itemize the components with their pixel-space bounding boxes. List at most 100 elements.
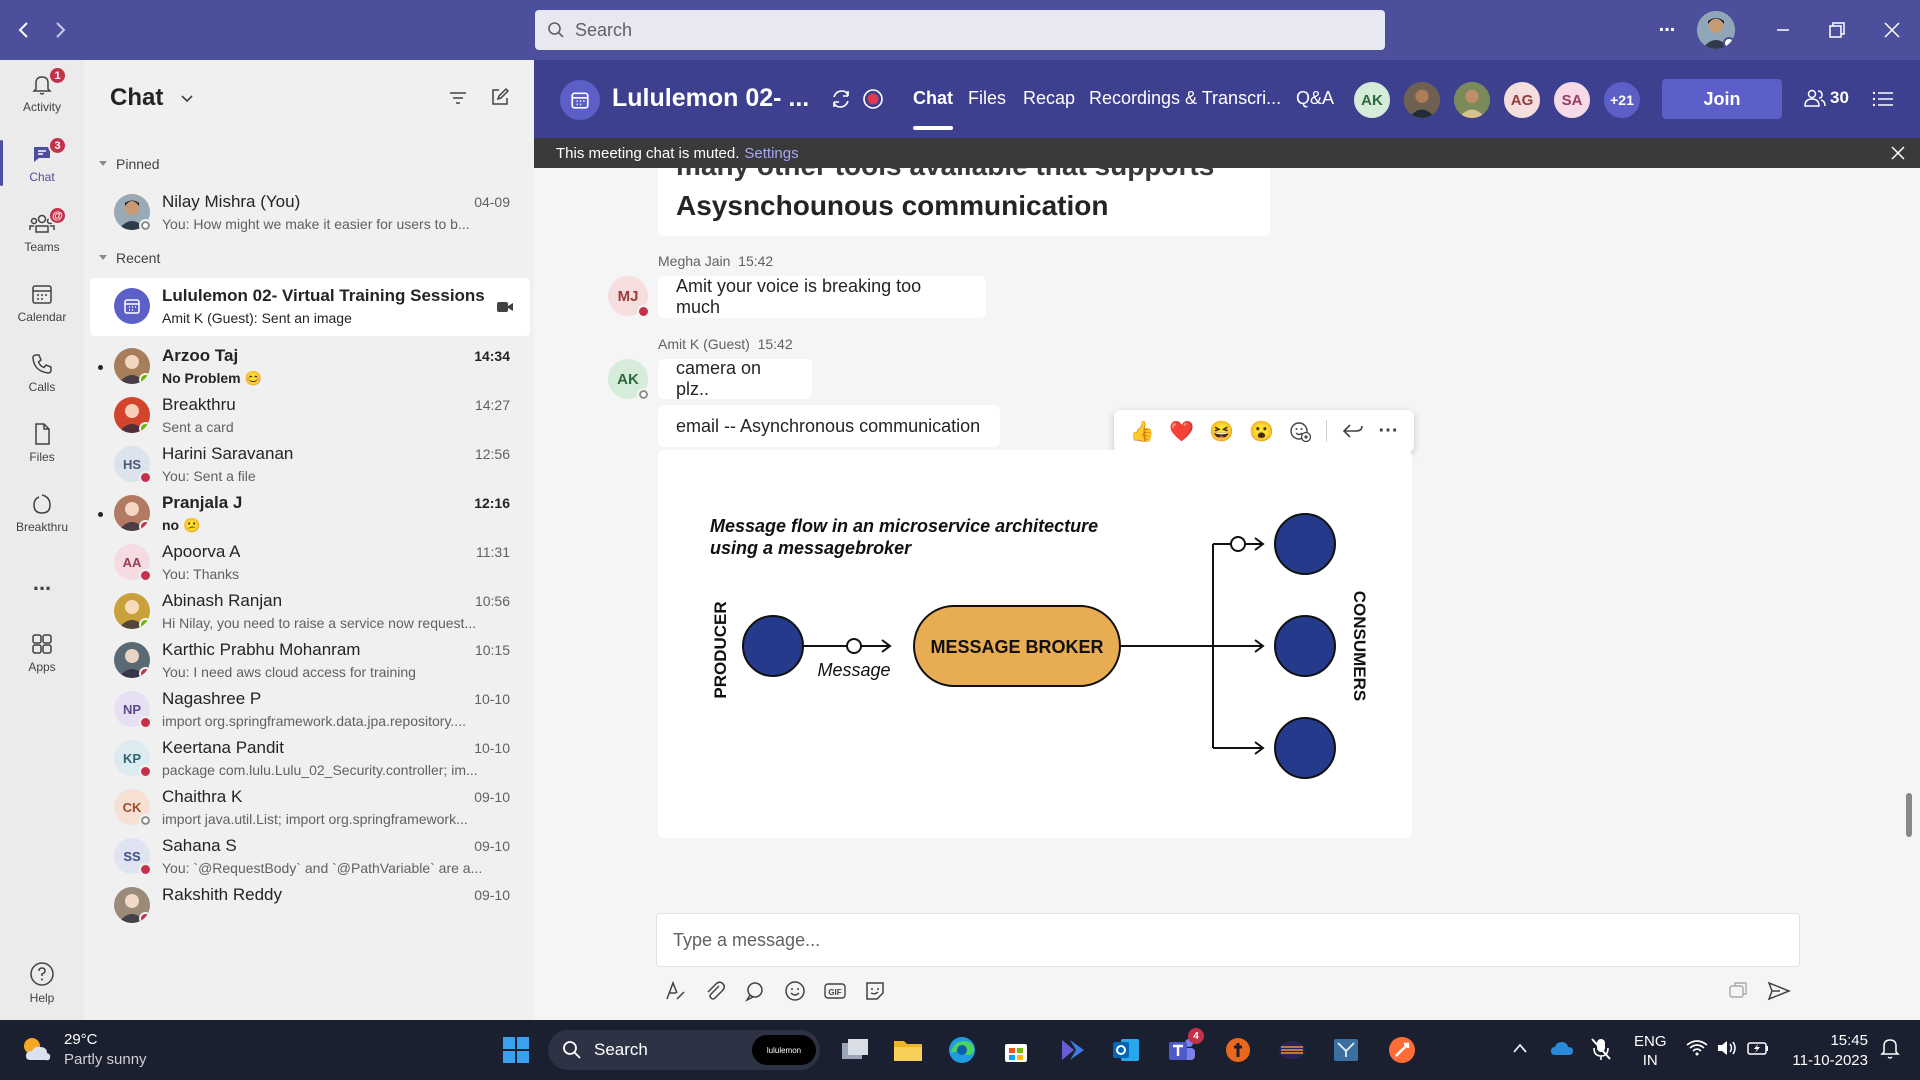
edge-browser-icon[interactable] xyxy=(942,1030,982,1070)
sync-icon[interactable] xyxy=(830,88,852,110)
chevron-up-icon[interactable] xyxy=(1512,1042,1528,1054)
more-icon[interactable]: ··· xyxy=(1379,420,1399,443)
more-options-icon[interactable]: ... xyxy=(1652,10,1682,40)
tab-recap[interactable]: Recap xyxy=(1023,88,1075,109)
rail-label-chat: Chat xyxy=(29,170,55,184)
laugh-reaction[interactable]: 😆 xyxy=(1209,419,1234,444)
minimize-icon[interactable] xyxy=(1768,15,1798,45)
rail-item-teams[interactable]: Teams @ xyxy=(0,200,84,266)
notification-bell-icon[interactable] xyxy=(1880,1036,1900,1060)
task-view-icon[interactable] xyxy=(835,1030,875,1070)
new-chat-icon[interactable] xyxy=(490,87,510,107)
rail-item-chat[interactable]: Chat 3 xyxy=(0,130,84,196)
chat-item[interactable]: Rakshith Reddy 09-10 xyxy=(90,877,530,935)
rail-label-calendar: Calendar xyxy=(17,310,67,324)
loop-icon[interactable] xyxy=(742,978,768,1004)
tab-files[interactable]: Files xyxy=(968,88,1006,109)
chat-message[interactable]: camera on plz.. xyxy=(658,358,812,399)
volume-icon[interactable] xyxy=(1716,1039,1738,1057)
tab-qa[interactable]: Q&A xyxy=(1296,88,1334,109)
outlook-icon[interactable] xyxy=(1106,1030,1146,1070)
windows-start-icon[interactable] xyxy=(496,1030,536,1070)
pinned-section-header[interactable]: Pinned xyxy=(98,156,160,172)
list-icon[interactable] xyxy=(1872,90,1894,108)
mic-muted-icon[interactable] xyxy=(1590,1036,1612,1062)
chat-list-title[interactable]: Chat xyxy=(110,84,194,112)
rail-item-breakthru[interactable]: Breakthru xyxy=(0,480,84,546)
scrollbar-thumb[interactable] xyxy=(1906,793,1912,837)
message-compose-box[interactable]: Type a message... xyxy=(656,913,1800,967)
close-notice-icon[interactable] xyxy=(1890,145,1906,161)
language-indicator[interactable]: ENG IN xyxy=(1634,1032,1667,1070)
battery-icon[interactable] xyxy=(1746,1039,1770,1057)
send-icon[interactable] xyxy=(1766,978,1792,1004)
tool-app-icon[interactable] xyxy=(1218,1030,1258,1070)
participant-avatar[interactable]: SA xyxy=(1552,80,1592,120)
format-icon[interactable] xyxy=(662,978,688,1004)
postman-icon[interactable] xyxy=(1382,1030,1422,1070)
participant-avatar[interactable]: AK xyxy=(1352,80,1392,120)
participant-avatar[interactable]: AG xyxy=(1502,80,1542,120)
rail-more-apps[interactable]: ... xyxy=(0,550,84,616)
attach-icon[interactable] xyxy=(702,978,728,1004)
rail-item-calls[interactable]: Calls xyxy=(0,340,84,406)
more-participants-badge[interactable]: +21 xyxy=(1602,80,1642,120)
chat-item-nilay-mishra[interactable]: Nilay Mishra (You) You: How might we mak… xyxy=(90,184,530,242)
presence-off-icon xyxy=(139,814,152,827)
meeting-title[interactable]: Lululemon 02- ... xyxy=(612,84,809,113)
restore-icon[interactable] xyxy=(1822,15,1852,45)
meeting-avatar xyxy=(114,288,150,324)
chat-message[interactable]: Amit your voice is breaking too much xyxy=(658,276,986,318)
onedrive-icon[interactable] xyxy=(1550,1039,1574,1057)
schedule-send-icon[interactable] xyxy=(1725,978,1751,1004)
participant-avatar[interactable] xyxy=(1402,80,1442,120)
wifi-icon[interactable] xyxy=(1686,1039,1708,1057)
chat-name: Arzoo Taj xyxy=(162,346,239,365)
sticker-icon[interactable] xyxy=(862,978,888,1004)
join-button[interactable]: Join xyxy=(1662,79,1782,119)
search-placeholder: Search xyxy=(575,19,633,40)
gif-icon[interactable]: GIF xyxy=(822,978,848,1004)
emoji-icon[interactable] xyxy=(782,978,808,1004)
taskbar-search[interactable]: Search lululemon xyxy=(548,1030,820,1070)
heart-reaction[interactable]: ❤️ xyxy=(1169,419,1194,444)
terminal-app-icon[interactable] xyxy=(1326,1030,1366,1070)
filter-icon[interactable] xyxy=(448,88,468,108)
clock[interactable]: 15:45 11-10-2023 xyxy=(1788,1031,1868,1071)
back-arrow-icon[interactable] xyxy=(12,18,36,42)
store-icon[interactable] xyxy=(996,1030,1036,1070)
profile-avatar[interactable] xyxy=(1697,11,1735,49)
surprised-reaction[interactable]: 😮 xyxy=(1249,419,1274,444)
rail-item-activity[interactable]: Activity 1 xyxy=(0,60,84,126)
chat-item-lululemon-meeting[interactable]: Lululemon 02- Virtual Training Sessions … xyxy=(90,278,530,336)
tab-recordings-transcripts[interactable]: Recordings & Transcri... xyxy=(1089,88,1281,109)
rail-item-files[interactable]: Files xyxy=(0,410,84,476)
weather-icon[interactable] xyxy=(20,1034,54,1064)
teams-taskbar-icon[interactable]: 4 xyxy=(1162,1028,1204,1070)
settings-link[interactable]: Settings xyxy=(744,145,798,162)
tab-chat[interactable]: Chat xyxy=(913,88,953,130)
participants-button[interactable]: 30 xyxy=(1804,88,1849,108)
chat-name: Lululemon 02- Virtual Training Sessions xyxy=(162,286,485,305)
sender-avatar[interactable]: MJ xyxy=(608,276,650,318)
file-explorer-icon[interactable] xyxy=(888,1030,928,1070)
rail-item-calendar[interactable]: Calendar xyxy=(0,270,84,336)
ide-app-icon[interactable] xyxy=(1272,1030,1312,1070)
participant-avatar[interactable] xyxy=(1452,80,1492,120)
forward-arrow-icon[interactable] xyxy=(48,18,72,42)
add-reaction-icon[interactable] xyxy=(1289,420,1311,442)
recent-section-header[interactable]: Recent xyxy=(98,250,160,266)
rail-label-teams: Teams xyxy=(24,240,60,254)
search-input[interactable]: Search xyxy=(535,10,1385,50)
previous-message-card: many other tools available that supports… xyxy=(658,168,1270,236)
thumbs-up-reaction[interactable]: 👍 xyxy=(1129,419,1154,444)
chat-message[interactable]: email -- Asynchronous communication xyxy=(658,405,1000,447)
sender-avatar[interactable]: AK xyxy=(608,359,650,401)
rail-item-help[interactable]: Help xyxy=(0,950,84,1016)
power-automate-icon[interactable] xyxy=(1052,1030,1092,1070)
help-icon xyxy=(29,961,55,987)
shared-image-message[interactable]: Message flow in an microservice architec… xyxy=(658,450,1412,838)
rail-item-apps[interactable]: Apps xyxy=(0,620,84,686)
close-window-icon[interactable] xyxy=(1877,15,1907,45)
reply-icon[interactable] xyxy=(1342,422,1364,440)
